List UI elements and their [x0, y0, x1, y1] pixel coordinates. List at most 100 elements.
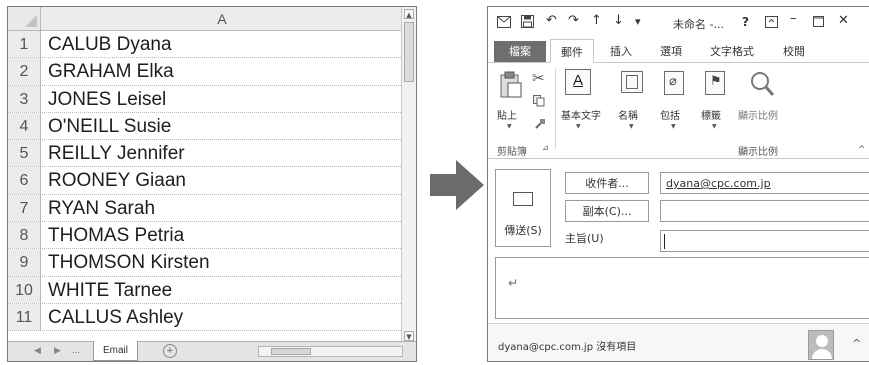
people-pane-text: dyana@cpc.com.jp 沒有項目 [498, 342, 637, 353]
row-number[interactable]: 10 [8, 276, 41, 303]
text-cursor [664, 234, 665, 249]
paste-label[interactable]: 貼上 [497, 107, 517, 122]
column-header-a[interactable]: A [41, 7, 403, 31]
cell-a10[interactable]: WHITE Tarnee [41, 277, 403, 303]
next-item-icon[interactable]: ↓ [613, 13, 624, 28]
cell-a4[interactable]: O'NEILL Susie [41, 113, 403, 139]
cell-a5[interactable]: REILLY Jennifer [41, 140, 403, 166]
subject-field[interactable] [660, 230, 869, 252]
cell-a1[interactable]: CALUB Dyana [41, 31, 403, 57]
send-button[interactable]: 傳送(S) [495, 169, 551, 247]
collapse-ribbon-icon[interactable]: ^ [858, 145, 866, 155]
row-number[interactable]: 3 [8, 85, 41, 112]
clipboard-group-label: 剪貼簿 [497, 147, 527, 158]
cell-a8[interactable]: THOMAS Petria [41, 222, 403, 248]
spreadsheet-window: A 1 CALUB Dyana 2 GRAHAM Elka 3 JONES Leise… [7, 6, 417, 362]
help-button[interactable]: ? [742, 15, 749, 29]
table-row: 6 ROONEY Giaan [8, 167, 403, 195]
row-number[interactable]: 7 [8, 194, 41, 222]
tab-message[interactable]: 郵件 [550, 39, 594, 63]
scroll-up-icon[interactable]: ▲ [404, 9, 414, 19]
minimize-icon[interactable]: – [790, 11, 797, 26]
group-separator [555, 69, 556, 149]
row-number[interactable]: 1 [8, 31, 41, 58]
row-number[interactable]: 6 [8, 167, 41, 194]
tab-options[interactable]: 選項 [660, 43, 682, 59]
address-book-icon[interactable] [621, 71, 643, 93]
customize-toolbar-icon[interactable]: ▾ [635, 15, 641, 28]
copy-icon[interactable] [533, 95, 545, 107]
sheet-tab-email[interactable]: Email [93, 341, 138, 361]
cc-button[interactable]: 副本(C)... [565, 200, 649, 222]
attach-file-icon[interactable]: ⌀ [664, 71, 684, 95]
cell-a2[interactable]: GRAHAM Elka [41, 58, 403, 84]
vertical-scrollbar[interactable]: ▲ ▼ [401, 7, 416, 343]
table-row: 9 THOMSON Kirsten [8, 249, 403, 277]
flag-icon[interactable]: ⚑ [705, 71, 725, 95]
horizontal-scroll-thumb[interactable] [271, 348, 311, 355]
tags-dropdown-icon[interactable]: ▼ [712, 123, 717, 130]
redo-icon[interactable]: ↷ [568, 13, 579, 28]
maximize-icon[interactable] [813, 16, 824, 27]
tab-next-icon[interactable]: ▶ [54, 345, 61, 356]
cell-a11[interactable]: CALLUS Ashley [41, 304, 403, 330]
tab-file[interactable]: 檔案 [494, 41, 546, 62]
window-title: 未命名 -... [673, 18, 724, 31]
to-button[interactable]: 收件者... [565, 172, 649, 194]
scroll-thumb[interactable] [404, 22, 414, 82]
send-envelope-icon [513, 192, 533, 206]
message-body[interactable]: ↵ [495, 257, 869, 319]
add-sheet-icon[interactable]: + [163, 344, 177, 358]
avatar[interactable] [808, 330, 834, 360]
cell-a9[interactable]: THOMSON Kirsten [41, 249, 403, 275]
basic-text-dropdown-icon[interactable]: ▼ [576, 123, 581, 130]
zoom-icon[interactable] [750, 71, 774, 97]
include-label[interactable]: 包括 [660, 107, 680, 122]
tags-label[interactable]: 標籤 [701, 107, 721, 122]
row-number[interactable]: 11 [8, 303, 41, 331]
table-row: 3 JONES Leisel [8, 85, 403, 113]
cut-icon[interactable]: ✂ [532, 69, 545, 87]
people-pane: dyana@cpc.com.jp 沒有項目 ^ [488, 323, 869, 361]
save-icon[interactable] [521, 15, 534, 28]
subject-label: 主旨(U) [565, 232, 604, 245]
select-all-corner[interactable] [8, 7, 41, 31]
cell-a3[interactable]: JONES Leisel [41, 86, 403, 112]
tab-more-button[interactable]: ... [72, 345, 80, 355]
tab-insert[interactable]: 插入 [610, 43, 632, 59]
horizontal-scrollbar[interactable] [258, 346, 403, 357]
table-row: 11 CALLUS Ashley [8, 303, 403, 332]
cell-a6[interactable]: ROONEY Giaan [41, 167, 403, 193]
include-dropdown-icon[interactable]: ▼ [671, 123, 676, 130]
table-row: 10 WHITE Tarnee [8, 276, 403, 304]
zoom-label[interactable]: 顯示比例 [738, 107, 778, 122]
clipboard-launcher-icon[interactable]: ⊿ [542, 143, 549, 152]
row-number[interactable]: 4 [8, 112, 41, 140]
mail-compose-window: ↶ ↷ ↑ ↓ ▾ 未命名 -... ? – ✕ 檔案 郵件 插入 選項 文字格… [487, 6, 869, 362]
expand-people-pane-icon[interactable]: ^ [852, 337, 861, 350]
ribbon-display-icon[interactable] [765, 16, 778, 28]
close-icon[interactable]: ✕ [838, 13, 849, 28]
tab-prev-icon[interactable]: ◀ [34, 345, 41, 356]
basic-text-icon[interactable]: A [565, 69, 591, 95]
table-row: 4 O'NEILL Susie [8, 112, 403, 141]
paste-dropdown-icon[interactable]: ▼ [507, 123, 512, 130]
scroll-down-icon[interactable]: ▼ [404, 331, 414, 341]
ribbon: 貼上 ▼ ✂ A 基本文字 ▼ 名稱 ▼ ⌀ 包括 ▼ ⚑ 標籤 ▼ 顯示比例 … [488, 63, 869, 159]
cc-field[interactable] [660, 200, 869, 222]
names-dropdown-icon[interactable]: ▼ [629, 123, 634, 130]
tab-review[interactable]: 校閱 [783, 43, 805, 59]
format-painter-icon[interactable] [534, 118, 546, 130]
row-number[interactable]: 5 [8, 140, 41, 167]
names-label[interactable]: 名稱 [618, 107, 638, 122]
tab-format-text[interactable]: 文字格式 [710, 43, 754, 59]
row-number[interactable]: 8 [8, 222, 41, 249]
undo-icon[interactable]: ↶ [546, 13, 557, 28]
to-field[interactable]: dyana@cpc.com.jp [660, 172, 869, 194]
row-number[interactable]: 2 [8, 58, 41, 85]
previous-item-icon[interactable]: ↑ [591, 13, 602, 28]
row-number[interactable]: 9 [8, 249, 41, 276]
cell-a7[interactable]: RYAN Sarah [41, 195, 403, 221]
paste-icon[interactable] [499, 71, 523, 99]
basic-text-label[interactable]: 基本文字 [561, 107, 601, 122]
